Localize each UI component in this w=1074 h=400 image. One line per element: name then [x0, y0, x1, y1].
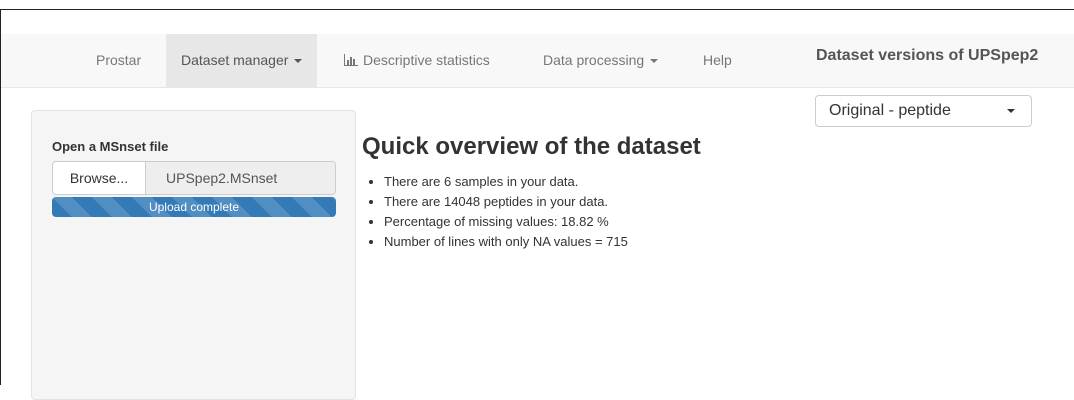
- caret-down-icon: [1007, 109, 1015, 113]
- navbar-brand[interactable]: Prostar: [96, 34, 141, 87]
- list-item: Percentage of missing values: 18.82 %: [384, 212, 628, 232]
- nav-dataset-manager[interactable]: Dataset manager: [166, 34, 318, 87]
- caret-down-icon: [294, 59, 303, 64]
- nav-descriptive-statistics-label: Descriptive statistics: [363, 52, 490, 68]
- list-item: Number of lines with only NA values = 71…: [384, 232, 628, 252]
- dataset-stats-list: There are 6 samples in your data. There …: [364, 172, 628, 252]
- dataset-version-select[interactable]: Original - peptide: [815, 95, 1032, 127]
- dataset-versions-title: Dataset versions of UPSpep2: [816, 47, 1039, 64]
- nav-help[interactable]: Help: [703, 34, 732, 87]
- file-input: Browse... UPSpep2.MSnset: [52, 161, 336, 195]
- nav-descriptive-statistics[interactable]: Descriptive statistics: [344, 34, 490, 87]
- nav-data-processing-label: Data processing: [543, 52, 645, 68]
- window-frame-top: [0, 9, 1074, 10]
- caret-down-icon: [650, 59, 659, 64]
- open-msnset-label: Open a MSnset file: [52, 139, 169, 154]
- nav-dataset-manager-label: Dataset manager: [181, 52, 289, 68]
- upload-progress-bar: Upload complete: [52, 197, 336, 217]
- browse-button[interactable]: Browse...: [53, 162, 146, 194]
- dataset-version-value: Original - peptide: [829, 102, 951, 119]
- bar-chart-icon: [344, 53, 358, 66]
- nav-data-processing[interactable]: Data processing: [543, 34, 659, 87]
- page-title: Quick overview of the dataset: [362, 133, 701, 160]
- list-item: There are 6 samples in your data.: [384, 172, 628, 192]
- sidebar-panel: Open a MSnset file Browse... UPSpep2.MSn…: [31, 110, 356, 400]
- list-item: There are 14048 peptides in your data.: [384, 192, 628, 212]
- upload-status-text: Upload complete: [148, 200, 240, 214]
- file-name-field[interactable]: UPSpep2.MSnset: [146, 162, 335, 194]
